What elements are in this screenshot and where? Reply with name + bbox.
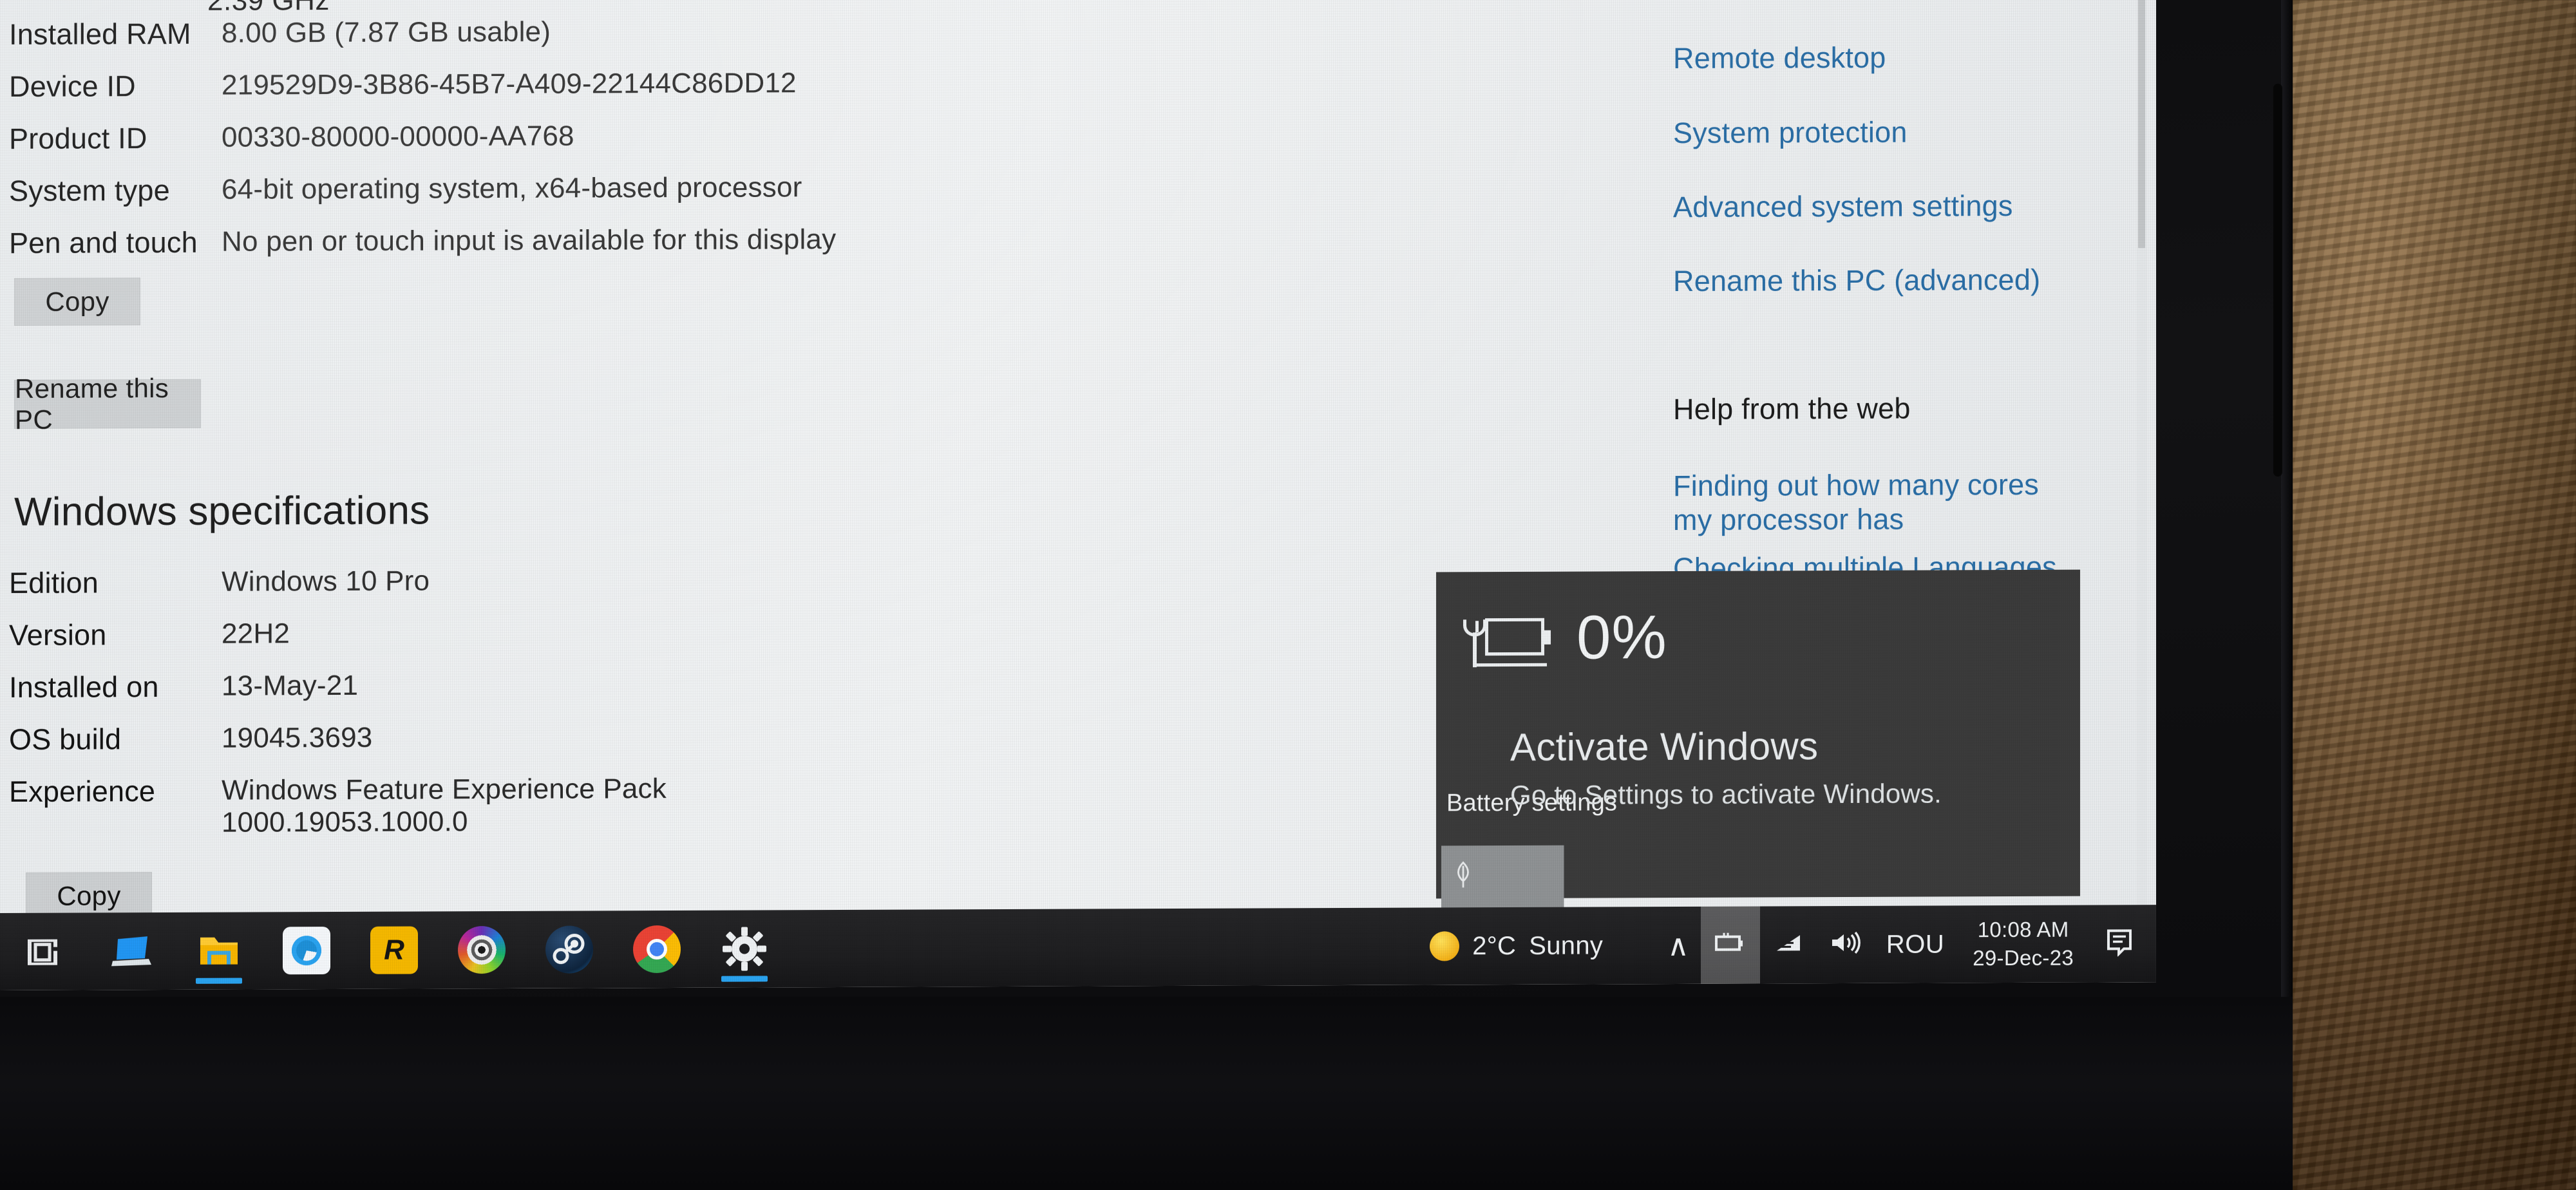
taskbar-button-file-explorer[interactable] — [175, 912, 263, 990]
taskbar-button-armoury-crate[interactable] — [438, 911, 526, 989]
vertical-scrollbar-thumb[interactable] — [2138, 0, 2145, 249]
laptop-screen: 2.39 GHz Installed RAM 8.00 GB (7.87 GB … — [0, 0, 2156, 991]
taskbar-button-google-chrome[interactable] — [613, 911, 701, 988]
link-remote-desktop[interactable]: Remote desktop — [1673, 41, 2085, 75]
laptop-chassis: 2.39 GHz Installed RAM 8.00 GB (7.87 GB … — [0, 0, 2293, 1190]
spec-row-pen-and-touch: Pen and touch No pen or touch input is a… — [9, 223, 836, 260]
ie-swirl-icon — [283, 927, 330, 975]
spec-value: 64-bit operating system, x64-based proce… — [222, 171, 802, 205]
steam-icon — [545, 925, 593, 974]
photo-of-laptop-screen: 2.39 GHz Installed RAM 8.00 GB (7.87 GB … — [0, 0, 2576, 1190]
system-tray: 2°C Sunny ∧ ROU 10:08 AM 29-Dec-23 — [1430, 905, 2156, 985]
taskbar-button-internet-browser[interactable] — [263, 912, 350, 990]
speaker-icon — [1828, 929, 1863, 959]
spec-row-system-type: System type 64-bit operating system, x64… — [9, 171, 836, 208]
taskbar-pinned-apps: R — [0, 910, 788, 990]
spec-value: No pen or touch input is available for t… — [222, 223, 837, 258]
link-rename-this-pc-advanced[interactable]: Rename this PC (advanced) — [1673, 263, 2085, 298]
activate-windows-watermark: Activate Windows Go to Settings to activ… — [1510, 723, 1942, 811]
activate-windows-title: Activate Windows — [1510, 724, 1819, 769]
spec-value: 13-May-21 — [222, 669, 359, 702]
taskbar-active-indicator — [721, 976, 768, 982]
spec-key: Edition — [9, 566, 99, 600]
spec-row-os-build: OS build 19045.3693 — [9, 721, 667, 757]
spec-key: Pen and touch — [9, 225, 198, 260]
copy-device-specs-button[interactable]: Copy — [14, 278, 140, 326]
spec-row-edition: Edition Windows 10 Pro — [9, 564, 667, 600]
rockstar-icon: R — [370, 926, 418, 974]
spec-row-installed-on: Installed on 13-May-21 — [9, 668, 667, 704]
weather-condition: Sunny — [1529, 930, 1604, 960]
gear-icon — [721, 925, 768, 972]
clock-date: 29-Dec-23 — [1973, 945, 2074, 970]
leaf-icon — [1457, 861, 1469, 888]
spec-row-experience: Experience Windows Feature Experience Pa… — [9, 773, 667, 840]
spec-value: Windows Feature Experience Pack 1000.190… — [222, 773, 667, 838]
tray-volume-button[interactable] — [1817, 906, 1875, 983]
spec-key: Product ID — [9, 122, 147, 155]
spec-key: OS build — [9, 722, 122, 756]
spec-value: Windows 10 Pro — [222, 565, 430, 598]
rename-this-pc-button[interactable]: Rename this PC — [14, 373, 201, 435]
carpet-background — [2293, 0, 2576, 1190]
task-view-icon — [20, 928, 68, 976]
taskbar-button-settings[interactable] — [701, 910, 788, 988]
show-hidden-icons-button[interactable]: ∧ — [1656, 907, 1701, 984]
taskbar-button-task-view[interactable] — [0, 912, 88, 990]
tray-network-button[interactable] — [1760, 906, 1817, 983]
battery-icon — [1712, 930, 1748, 960]
wifi-icon — [1772, 930, 1805, 960]
taskbar-button-my-asus[interactable] — [88, 912, 175, 990]
spec-key: Version — [9, 618, 107, 652]
link-system-protection[interactable]: System protection — [1673, 115, 2085, 149]
related-settings-links: Device Manager Remote desktop System pro… — [1673, 0, 2085, 340]
clipped-processor-speed: 2.39 GHz — [207, 0, 330, 17]
tray-battery-button[interactable] — [1700, 906, 1760, 984]
spec-key: Device ID — [9, 70, 136, 103]
taskbar-button-rockstar-launcher[interactable]: R — [350, 911, 438, 989]
laptop-bottom-bezel: ASUS — [0, 997, 2293, 1190]
taskbar-weather-widget[interactable]: 2°C Sunny — [1430, 930, 1603, 961]
lid-hinge-nub — [2273, 84, 2282, 477]
battery-status-row: 0% — [1459, 603, 1667, 672]
windows-specifications-heading: Windows specifications — [14, 488, 430, 534]
chevron-up-icon: ∧ — [1667, 928, 1689, 963]
spec-key: System type — [9, 173, 170, 207]
spec-value: 219529D9-3B86-45B7-A409-22144C86DD12 — [222, 67, 797, 101]
clock-time: 10:08 AM — [1977, 918, 2069, 942]
spec-row-installed-ram: Installed RAM 8.00 GB (7.87 GB usable) — [9, 15, 836, 52]
spec-value: 22H2 — [222, 618, 290, 650]
windows-specifications-table: Edition Windows 10 Pro Version 22H2 Inst… — [9, 564, 667, 858]
spec-value: 8.00 GB (7.87 GB usable) — [222, 15, 551, 49]
weather-temperature: 2°C — [1472, 931, 1517, 960]
taskbar-active-indicator — [196, 978, 242, 984]
activate-windows-subtitle: Go to Settings to activate Windows. — [1510, 778, 1942, 810]
taskbar-clock[interactable]: 10:08 AM 29-Dec-23 — [1956, 916, 2090, 972]
laptop-icon — [108, 927, 155, 975]
spec-key: Installed RAM — [9, 17, 191, 51]
spiral-icon — [458, 925, 506, 974]
spec-value: 19045.3693 — [222, 721, 373, 754]
spec-key: Installed on — [9, 670, 159, 704]
chrome-icon — [633, 925, 681, 974]
device-specifications-table: Installed RAM 8.00 GB (7.87 GB usable) D… — [9, 15, 836, 279]
link-advanced-system-settings[interactable]: Advanced system settings — [1673, 189, 2085, 223]
sun-icon — [1430, 931, 1460, 961]
help-link-processor-cores[interactable]: Finding out how many cores my processor … — [1673, 468, 2085, 538]
battery-percent-value: 0% — [1577, 603, 1667, 672]
battery-charging-empty-icon — [1459, 609, 1551, 668]
spec-value: 00330-80000-00000-AA768 — [222, 120, 574, 153]
taskbar-button-steam[interactable] — [526, 911, 613, 988]
windows-taskbar: R 2°C Sunny ∧ ROU 10:08 AM 29-Dec-23 — [0, 905, 2156, 990]
spec-key: Experience — [9, 775, 156, 808]
folder-icon — [195, 927, 243, 975]
action-center-button[interactable] — [2090, 905, 2152, 982]
spec-row-product-id: Product ID 00330-80000-00000-AA768 — [9, 119, 836, 156]
help-from-the-web-heading: Help from the web — [1673, 392, 1911, 426]
lid-right-edge — [2281, 0, 2293, 1088]
action-center-icon — [2105, 927, 2138, 961]
spec-row-device-id: Device ID 219529D9-3B86-45B7-A409-22144C… — [9, 67, 836, 104]
input-locale-indicator[interactable]: ROU — [1875, 930, 1956, 959]
spec-row-version: Version 22H2 — [9, 616, 667, 652]
